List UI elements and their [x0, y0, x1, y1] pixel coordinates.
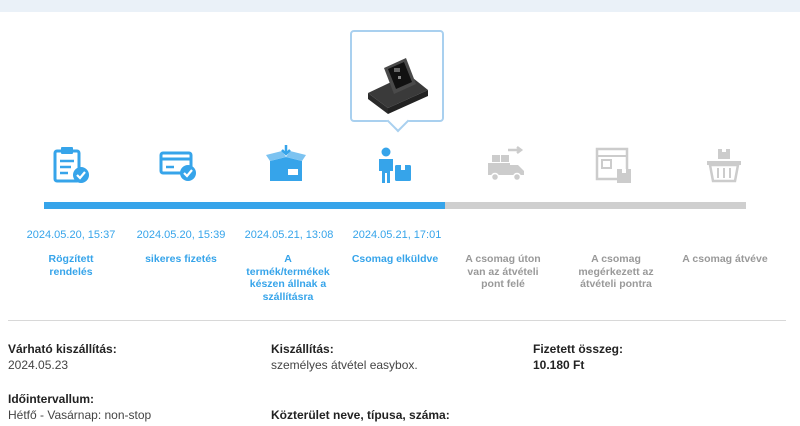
- step-label-3: A termék/termékek készen állnak a szállí…: [246, 253, 330, 303]
- shipping-value: személyes átvétel easybox.: [271, 358, 418, 372]
- paid-amount-value: 10.180 Ft: [533, 358, 585, 372]
- divider: [8, 320, 786, 321]
- basket-icon: [704, 145, 744, 185]
- step-label-2: sikeres fizetés: [145, 253, 217, 265]
- expected-delivery-value: 2024.05.23: [8, 358, 69, 372]
- step-label-7: A csomag átvéve: [682, 253, 768, 265]
- step-date-3: 2024.05.21, 13:08: [244, 229, 334, 241]
- time-interval-value: Hétfő - Vasárnap: non-stop: [8, 408, 152, 422]
- pickup-point-icon: [595, 145, 635, 185]
- paid-amount-title: Fizetett összeg:: [533, 342, 624, 356]
- open-box-icon: [266, 145, 306, 185]
- shipping-title: Kiszállítás:: [271, 342, 334, 356]
- step-label-5: A csomag úton van az átvételi pont felé: [465, 253, 541, 290]
- step-date-4: 2024.05.21, 17:01: [352, 229, 442, 241]
- expected-delivery-title: Várható kiszállítás:: [8, 342, 117, 356]
- step-label-4: Csomag elküldve: [351, 253, 439, 265]
- product-thumbnail[interactable]: [350, 30, 444, 122]
- time-interval-title: Időintervallum:: [8, 392, 95, 406]
- address-title: Közterület neve, típusa, száma:: [271, 408, 450, 422]
- step-label-6: A csomag megérkezett az átvételi pontra: [578, 253, 654, 290]
- courier-package-icon: [375, 145, 415, 185]
- delivery-truck-icon: [486, 145, 526, 185]
- progress-track: [44, 202, 746, 209]
- credit-card-check-icon: [159, 145, 199, 185]
- step-label-1: Rögzített rendelés: [48, 253, 94, 278]
- step-date-2: 2024.05.20, 15:39: [136, 229, 226, 241]
- clipboard-check-icon: [51, 145, 91, 185]
- progress-fill: [44, 202, 446, 209]
- phone-stand-product-image: [368, 58, 428, 114]
- top-bar: [0, 0, 800, 12]
- step-date-1: 2024.05.20, 15:37: [26, 229, 116, 241]
